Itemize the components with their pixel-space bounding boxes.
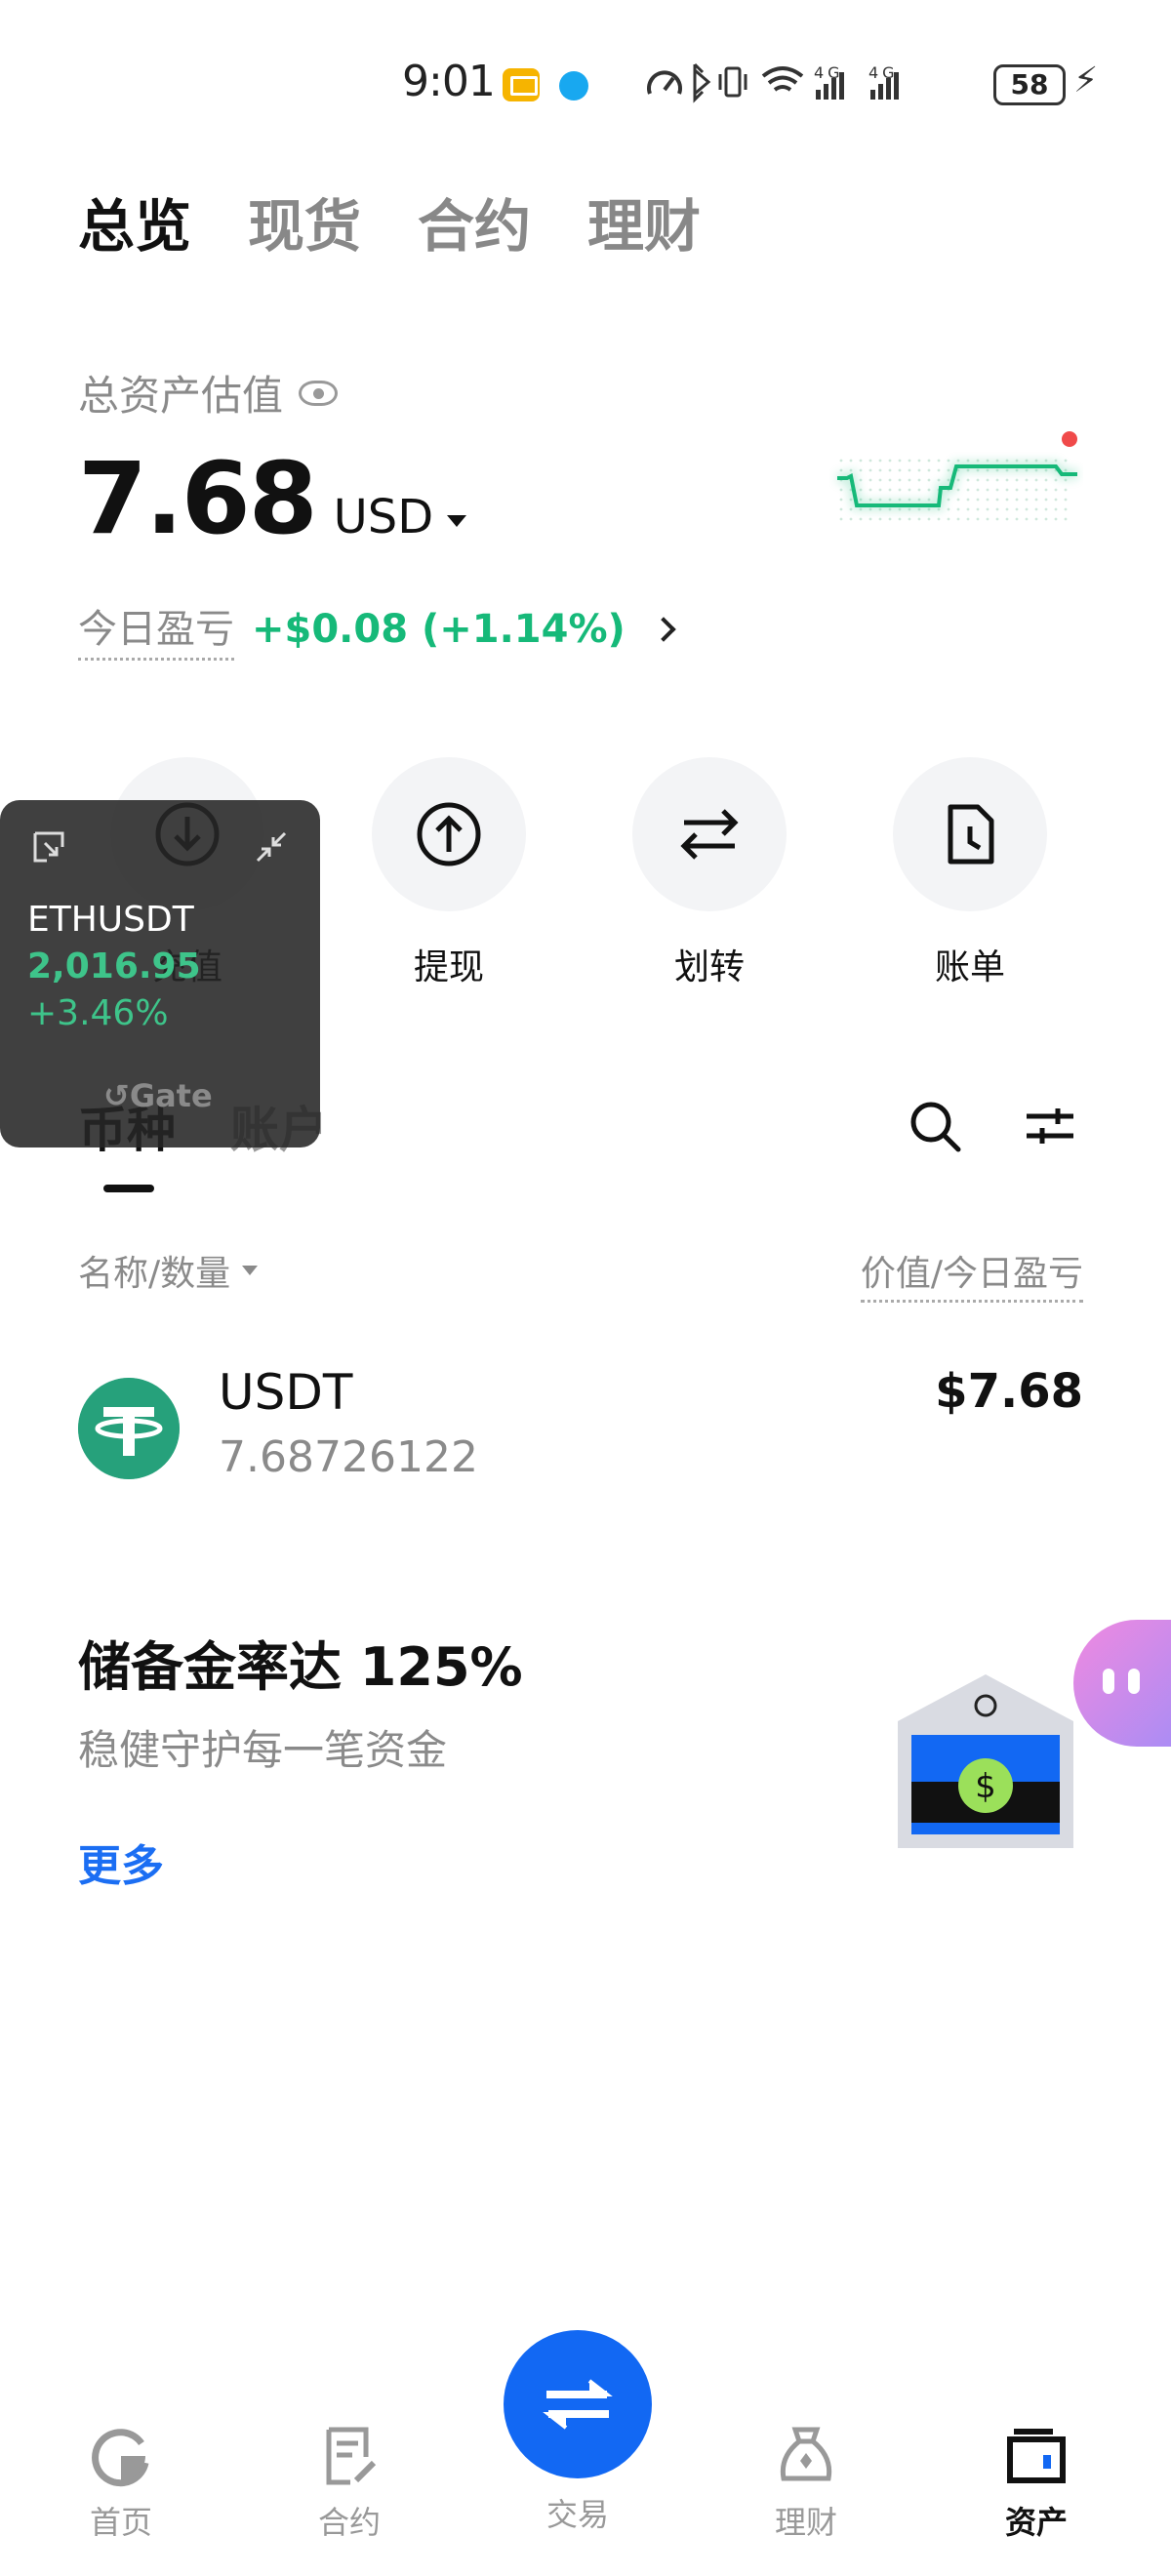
transfer-button[interactable]: 划转 — [631, 757, 787, 989]
floating-price-ticker[interactable]: ETHUSDT 2,016.95 +3.46% ↺Gate — [0, 800, 320, 1147]
bill-button[interactable]: 账单 — [892, 757, 1048, 989]
status-icons: 4G 4G — [644, 60, 976, 112]
status-time: 9:01 — [402, 57, 496, 106]
sparkline-alert-dot — [1062, 431, 1077, 447]
nav-home-label: 首页 — [89, 2504, 152, 2541]
bill-circle[interactable] — [893, 757, 1047, 911]
bill-label: 账单 — [934, 947, 1005, 987]
caret-down-icon[interactable] — [447, 515, 467, 527]
tether-icon — [78, 1378, 180, 1479]
total-assets-amount: 7.68 — [78, 441, 318, 557]
nav-trade-label[interactable]: 交易 — [509, 2490, 646, 2535]
tab-futures[interactable]: 合约 — [418, 181, 531, 262]
gate-logo-text: Gate — [129, 1077, 213, 1114]
nav-finance-label: 理财 — [774, 2504, 837, 2541]
total-assets-label-text: 总资产估值 — [78, 372, 284, 420]
ticker-change: +3.46% — [27, 993, 169, 1033]
top-tabs: 总览 现货 合约 理财 — [78, 181, 701, 262]
contract-icon — [326, 2427, 377, 2485]
holding-row-usdt[interactable]: USDT 7.68726122 $7.68 — [78, 1356, 1083, 1493]
nav-finance[interactable]: 理财 — [738, 2424, 874, 2543]
search-icon[interactable] — [906, 1097, 964, 1155]
gate-logo-mark: ↺ — [103, 1077, 130, 1114]
ticker-symbol: ETHUSDT — [27, 900, 194, 940]
chevron-right-icon[interactable] — [651, 616, 676, 642]
withdraw-circle[interactable] — [372, 757, 526, 911]
nav-contract[interactable]: 合约 — [281, 2424, 418, 2543]
bill-icon — [948, 804, 994, 865]
eye-icon[interactable] — [299, 380, 339, 406]
total-assets-label: 总资产估值 — [78, 363, 339, 423]
finance-icon — [780, 2427, 832, 2481]
trade-button[interactable] — [504, 2330, 652, 2478]
total-assets-value: 7.68 USD — [78, 441, 467, 557]
active-tab-indicator — [103, 1185, 154, 1192]
battery-indicator: 58 — [993, 64, 1066, 105]
holding-name: USDT — [219, 1364, 353, 1421]
app-notification-icon — [559, 71, 588, 101]
caret-down-icon[interactable] — [242, 1266, 259, 1275]
transfer-circle[interactable] — [632, 757, 787, 911]
currency-selector[interactable]: USD — [334, 490, 434, 544]
charging-icon: ⚡ — [1073, 60, 1099, 101]
transfer-label: 划转 — [673, 947, 745, 987]
asset-trend-sparkline[interactable] — [829, 420, 1083, 537]
upload-icon — [417, 802, 481, 866]
ticker-price: 2,016.95 — [27, 946, 201, 986]
svg-text:$: $ — [975, 1767, 996, 1806]
reserve-more-link[interactable]: 更多 — [78, 1831, 164, 1893]
minimize-icon[interactable] — [254, 829, 289, 865]
home-icon — [92, 2429, 149, 2487]
wallet-icon — [1007, 2429, 1066, 2483]
value-pnl-header[interactable]: 价值/今日盈亏 — [860, 1245, 1083, 1303]
transfer-icon — [680, 809, 739, 860]
svg-text:4G: 4G — [814, 63, 844, 82]
picture-in-picture-icon[interactable] — [31, 829, 66, 865]
today-pnl-row[interactable]: 今日盈亏 +$0.08 (+1.14%) — [78, 597, 676, 661]
holding-quantity: 7.68726122 — [219, 1432, 478, 1482]
trade-icon — [543, 2379, 613, 2430]
today-pnl-value: +$0.08 (+1.14%) — [252, 606, 626, 652]
nav-contract-label: 合约 — [317, 2504, 381, 2541]
mail-notification-icon — [503, 68, 540, 101]
gate-logo: ↺Gate — [103, 1077, 213, 1114]
reserve-subtitle: 稳健守护每一笔资金 — [78, 1726, 448, 1774]
nav-assets-label: 资产 — [1004, 2504, 1068, 2541]
today-pnl-label: 今日盈亏 — [78, 597, 234, 661]
tab-spot[interactable]: 现货 — [248, 181, 361, 262]
nav-home[interactable]: 首页 — [53, 2424, 189, 2543]
status-bar: 9:01 4G 4G 58 ⚡ — [0, 0, 1171, 146]
sort-by-name-quantity[interactable]: 名称/数量 — [78, 1245, 259, 1296]
reserve-title: 储备金率达 125% — [78, 1636, 523, 1698]
signal-wifi-bluetooth-icons: 4G 4G — [647, 62, 899, 103]
name-quantity-header: 名称/数量 — [78, 1254, 231, 1294]
holding-value: $7.68 — [935, 1364, 1083, 1419]
withdraw-label: 提现 — [413, 947, 484, 987]
withdraw-button[interactable]: 提现 — [371, 757, 527, 989]
tab-overview[interactable]: 总览 — [78, 181, 191, 262]
nav-assets[interactable]: 资产 — [968, 2424, 1105, 2543]
svg-text:4G: 4G — [868, 63, 899, 82]
bank-vault-illustration: $ — [898, 1674, 1073, 1848]
tab-earn[interactable]: 理财 — [587, 181, 701, 262]
proof-of-reserve-banner[interactable]: 储备金率达 125% 稳健守护每一笔资金 更多 $ — [78, 1610, 1112, 1903]
filter-settings-icon[interactable] — [1021, 1097, 1079, 1155]
